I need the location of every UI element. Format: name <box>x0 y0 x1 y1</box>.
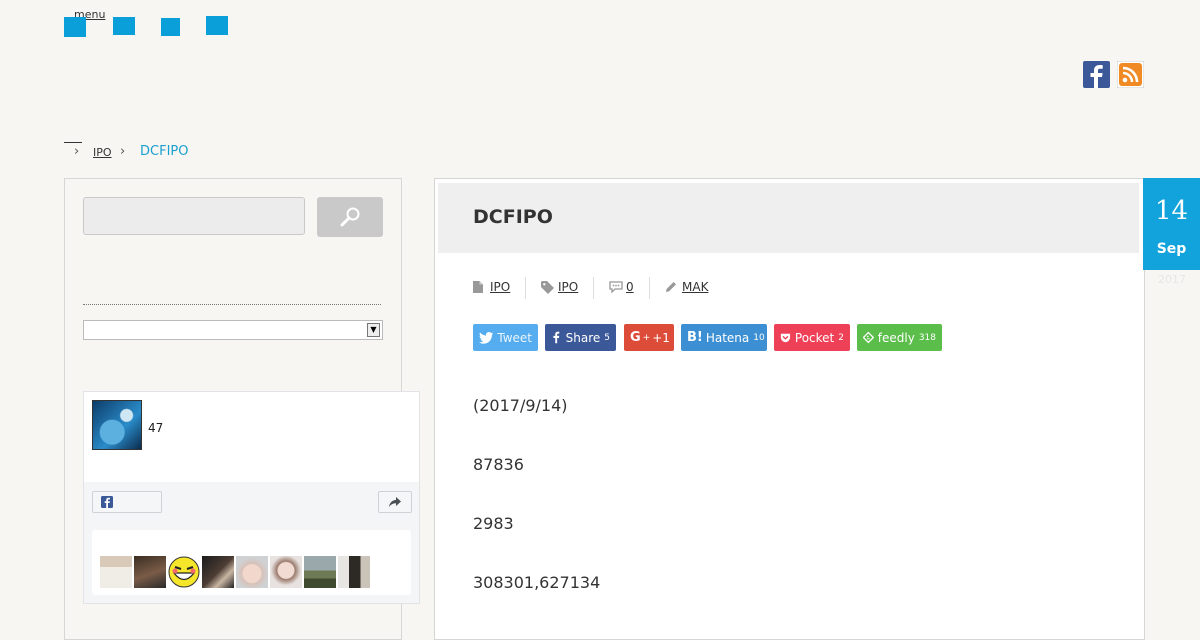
feedly-button[interactable]: feedly 318 <box>857 324 942 351</box>
tag-link[interactable]: IPO <box>558 280 578 294</box>
hatena-count: 10 <box>753 332 765 343</box>
nav-square-1[interactable] <box>64 17 86 37</box>
follower-avatar[interactable] <box>100 556 132 588</box>
date-badge: 14 Sep <box>1143 178 1200 270</box>
search-input[interactable] <box>83 197 305 235</box>
meta-divider <box>593 277 594 299</box>
breadcrumb-home-line[interactable] <box>64 142 82 143</box>
comment-icon <box>609 281 623 293</box>
caret-down-icon: ▼ <box>367 323 380 337</box>
meta-divider <box>649 277 650 299</box>
twitter-icon <box>479 331 494 344</box>
page-avatar[interactable] <box>92 400 142 450</box>
feedly-count: 318 <box>918 332 936 343</box>
follower-count: 47 <box>148 421 164 435</box>
author-link[interactable]: MAK <box>682 280 708 294</box>
follower-avatar[interactable] <box>134 556 166 588</box>
hatena-b-icon: B! <box>687 330 703 345</box>
meta-category: IPO <box>473 280 510 294</box>
comments-link[interactable]: 0 <box>626 280 634 294</box>
pocket-button[interactable]: Pocket 2 <box>774 324 850 351</box>
feedly-label: feedly <box>877 330 915 345</box>
breadcrumb-current: DCFIPO <box>140 144 189 159</box>
pocket-icon <box>780 333 791 342</box>
article-paragraph: (2017/9/14) <box>473 396 568 415</box>
meta-author: MAK <box>665 280 708 294</box>
facebook-share-button[interactable]: Share 5 <box>545 324 616 351</box>
share-arrow-icon <box>389 497 401 507</box>
date-month: Sep <box>1156 241 1187 257</box>
follower-avatar[interactable] <box>202 556 234 588</box>
rss-icon[interactable] <box>1116 60 1145 89</box>
facebook-share-label: Share <box>565 330 601 345</box>
article-paragraph: 308301,627134 <box>473 573 601 592</box>
facebook-icon[interactable] <box>1083 61 1110 88</box>
follower-avatar[interactable] <box>236 556 268 588</box>
meta-comments: 0 <box>609 280 634 294</box>
meta-divider <box>525 277 526 299</box>
hatena-label: Hatena <box>705 330 750 345</box>
search-button[interactable] <box>317 197 383 237</box>
facebook-share-count: 5 <box>604 332 610 343</box>
chevron-right-icon: › <box>74 144 80 159</box>
date-day: 14 <box>1154 196 1189 226</box>
article-paragraph: 2983 <box>473 514 514 533</box>
nav-square-3[interactable] <box>161 18 180 36</box>
pencil-icon <box>666 282 676 292</box>
follower-avatar[interactable] <box>168 556 200 588</box>
date-year: 2017 <box>1158 273 1186 286</box>
facebook-f-icon <box>553 331 560 344</box>
follower-avatar[interactable] <box>338 556 370 588</box>
nav-square-4[interactable] <box>206 16 228 35</box>
gplus-label: +1 <box>652 330 670 345</box>
pocket-count: 2 <box>838 332 844 343</box>
pocket-label: Pocket <box>794 330 835 345</box>
breadcrumb: › <box>74 144 79 159</box>
google-plus-icon: G <box>630 330 641 345</box>
feedly-icon <box>863 331 874 344</box>
article-paragraph: 87836 <box>473 455 524 474</box>
facebook-icon <box>101 496 113 508</box>
chevron-right-icon: › <box>120 144 126 159</box>
document-icon <box>473 281 483 293</box>
share-page-button[interactable] <box>378 491 412 513</box>
category-link[interactable]: IPO <box>490 280 510 294</box>
gplus-dot-icon: + <box>642 332 651 343</box>
meta-tag: IPO <box>541 280 578 294</box>
nav-square-2[interactable] <box>113 17 135 35</box>
like-page-button[interactable] <box>92 491 162 513</box>
tag-icon <box>541 280 554 294</box>
sidebar-divider <box>83 304 381 305</box>
tweet-label: Tweet <box>497 330 532 345</box>
archive-select[interactable]: ▼ <box>83 320 383 340</box>
follower-avatar[interactable] <box>304 556 336 588</box>
gplus-button[interactable]: G + +1 <box>624 324 674 351</box>
breadcrumb-item-ipo[interactable]: IPO <box>93 146 112 159</box>
tweet-button[interactable]: Tweet <box>473 324 538 351</box>
follower-avatar[interactable] <box>270 556 302 588</box>
article-title: DCFIPO <box>473 206 553 228</box>
hatena-button[interactable]: B! Hatena 10 <box>681 324 767 351</box>
search-icon <box>340 207 360 227</box>
